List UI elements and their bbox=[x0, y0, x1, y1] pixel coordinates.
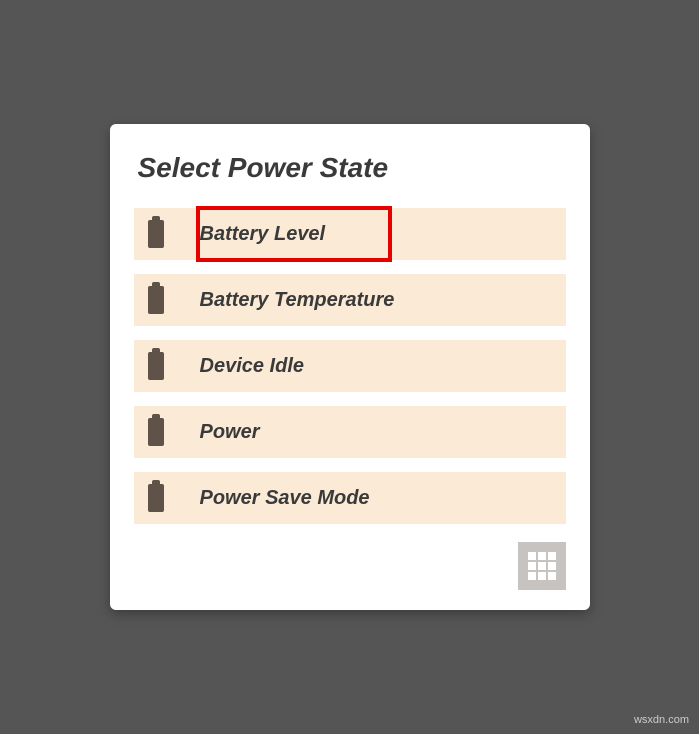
card-footer bbox=[134, 542, 566, 590]
battery-icon bbox=[148, 418, 164, 446]
grid-icon bbox=[528, 552, 556, 580]
watermark-text: wsxdn.com bbox=[634, 714, 689, 726]
item-label: Battery Temperature bbox=[200, 289, 395, 312]
item-label: Power Save Mode bbox=[200, 487, 370, 510]
grid-apps-button[interactable] bbox=[518, 542, 566, 590]
list-item-battery-level[interactable]: Battery Level bbox=[134, 208, 566, 260]
battery-icon bbox=[148, 220, 164, 248]
power-state-list: Battery Level Battery Temperature Device… bbox=[134, 208, 566, 524]
list-item-device-idle[interactable]: Device Idle bbox=[134, 340, 566, 392]
power-state-card: Select Power State Battery Level Battery… bbox=[110, 124, 590, 610]
list-item-power[interactable]: Power bbox=[134, 406, 566, 458]
card-title: Select Power State bbox=[138, 152, 566, 184]
battery-icon bbox=[148, 286, 164, 314]
battery-icon bbox=[148, 484, 164, 512]
battery-icon bbox=[148, 352, 164, 380]
item-label: Device Idle bbox=[200, 355, 305, 378]
list-item-power-save-mode[interactable]: Power Save Mode bbox=[134, 472, 566, 524]
item-label: Battery Level bbox=[200, 223, 326, 246]
item-label: Power bbox=[200, 421, 260, 444]
list-item-battery-temperature[interactable]: Battery Temperature bbox=[134, 274, 566, 326]
